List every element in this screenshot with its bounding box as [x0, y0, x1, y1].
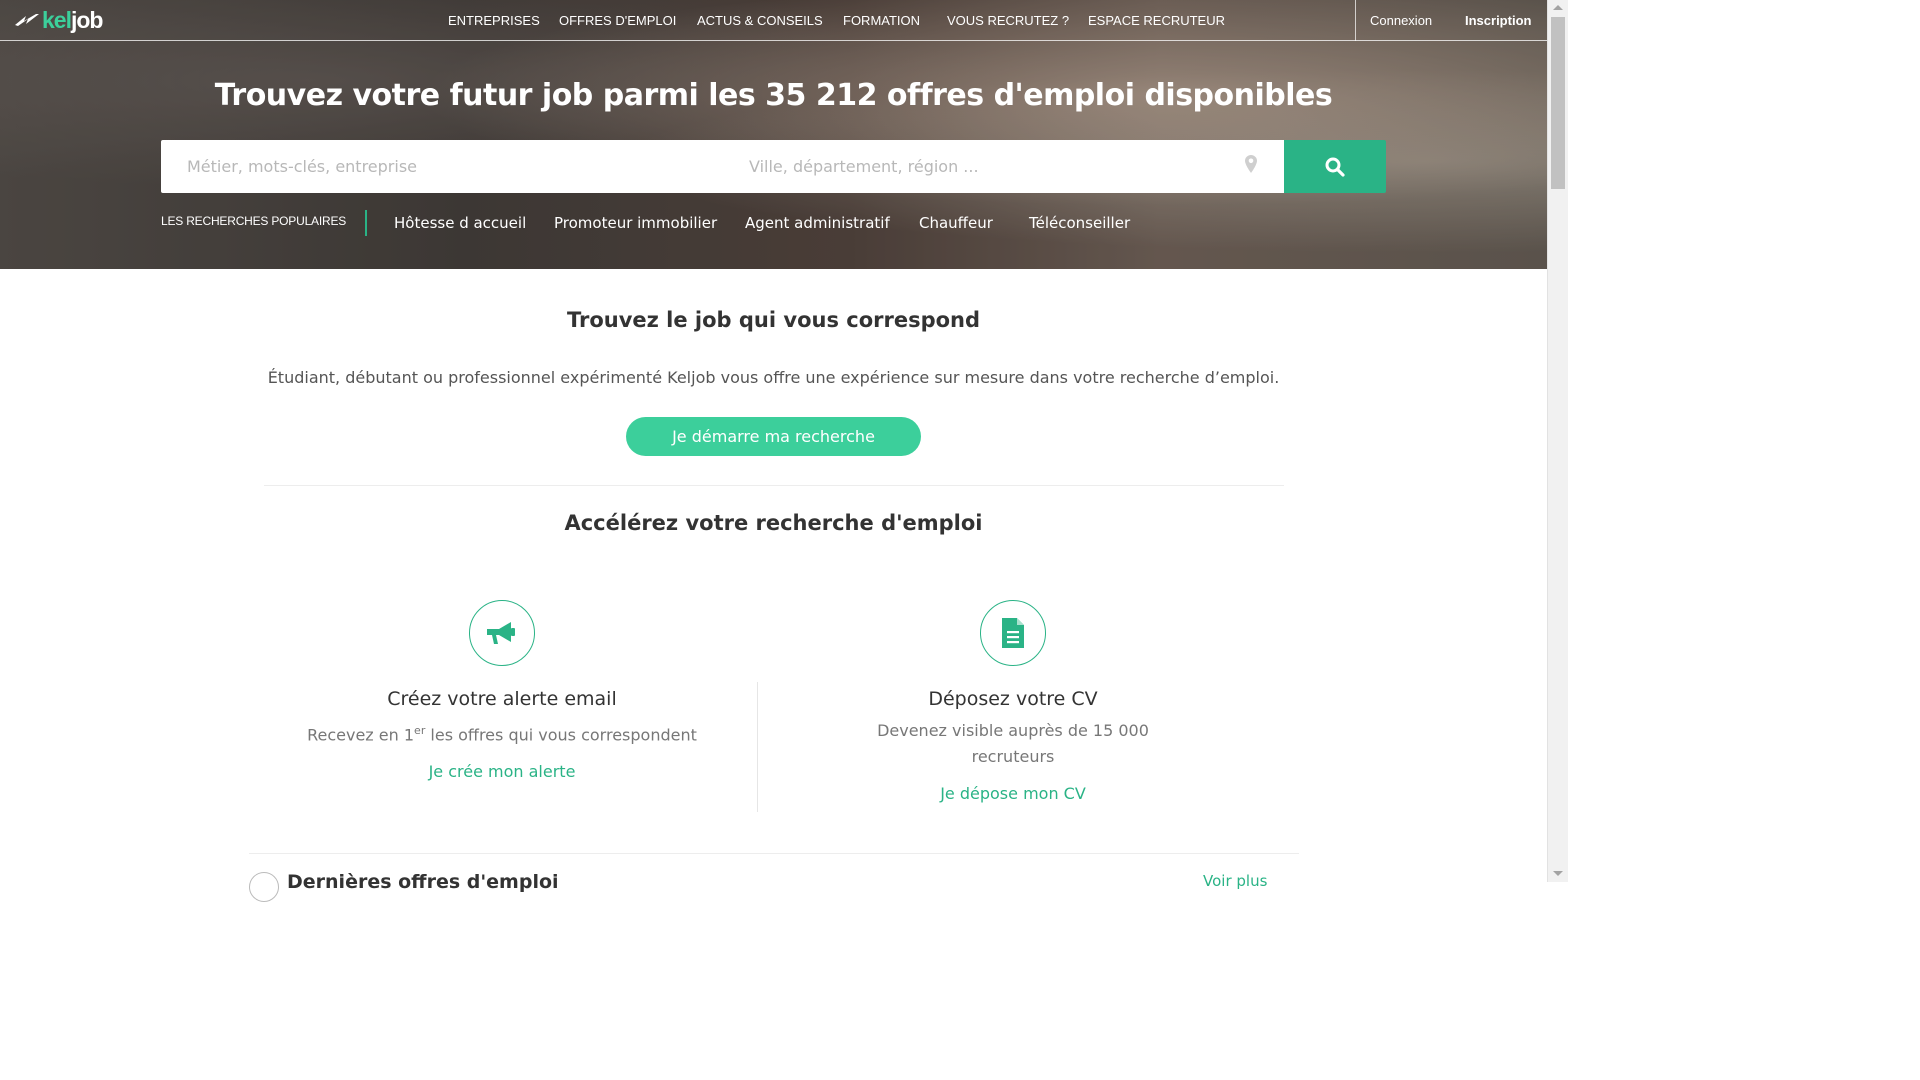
see-more-link[interactable]: Voir plus	[1203, 872, 1267, 890]
keljob-logo[interactable]: kel job	[14, 6, 103, 34]
hero-title: Trouvez votre futur job parmi les 35 212…	[0, 78, 1547, 113]
email-alert-desc-end: les offres qui vous correspondent	[425, 725, 697, 745]
signup-link[interactable]: Inscription	[1465, 13, 1531, 28]
accelerate-title: Accélérez votre recherche d'emploi	[564, 511, 983, 535]
section-divider	[249, 853, 1299, 854]
search-button[interactable]	[1284, 140, 1386, 193]
scroll-thumb[interactable]	[1551, 17, 1565, 189]
map-pin-icon[interactable]	[1244, 154, 1258, 174]
logo-swoosh-icon	[15, 14, 39, 26]
document-icon	[980, 600, 1046, 666]
location-input[interactable]	[749, 140, 1229, 193]
latest-offers-title: Dernières offres d'emploi	[287, 871, 559, 893]
nav-vous-recrutez[interactable]: VOUS RECRUTEZ ?	[947, 13, 1069, 28]
scroll-up-arrow-icon[interactable]	[1553, 5, 1563, 10]
hero-title-start: Trouvez votre futur job parmi les	[214, 78, 766, 113]
nav-offres-emploi[interactable]: OFFRES D'EMPLOI	[559, 13, 676, 28]
nav-actus-conseils[interactable]: ACTUS & CONSEILS	[697, 13, 823, 28]
start-search-button[interactable]: Je démarre ma recherche	[626, 417, 921, 456]
email-alert-desc-start: Recevez en 1	[307, 725, 415, 745]
hero-title-count: 35 212 offres d'emploi	[765, 78, 1135, 113]
popular-search-item[interactable]: Chauffeur	[919, 214, 993, 232]
login-link[interactable]: Connexion	[1370, 13, 1432, 28]
features-divider	[757, 682, 758, 812]
nav-formation[interactable]: FORMATION	[843, 13, 920, 28]
hero-title-end: disponibles	[1134, 78, 1333, 113]
megaphone-icon	[469, 600, 535, 666]
intro-text: Étudiant, débutant ou professionnel expé…	[267, 368, 1280, 387]
email-alert-title: Créez votre alerte email	[387, 688, 617, 710]
search-bar	[161, 140, 1285, 193]
top-navigation: kel job ENTREPRISES OFFRES D'EMPLOI ACTUS…	[0, 0, 1547, 41]
logo-text-job: job	[70, 6, 103, 33]
email-alert-desc-sup: er	[414, 724, 426, 737]
upload-cv-title: Déposez votre CV	[928, 688, 1098, 710]
create-alert-link[interactable]: Je crée mon alerte	[302, 762, 702, 781]
scroll-down-arrow-icon[interactable]	[1553, 871, 1563, 876]
upload-cv-link[interactable]: Je dépose mon CV	[813, 784, 1213, 803]
upload-cv-description: Devenez visible auprès de 15 000 recrute…	[877, 721, 1149, 766]
page-scrollbar[interactable]	[1547, 0, 1568, 882]
search-icon	[1325, 157, 1345, 177]
nav-divider	[1355, 0, 1356, 41]
latest-offers-icon	[249, 872, 279, 902]
intro-title: Trouvez le job qui vous correspond	[566, 308, 981, 332]
nav-espace-recruteur[interactable]: ESPACE RECRUTEUR	[1088, 13, 1225, 28]
email-alert-description: Recevez en 1er les offres qui vous corre…	[302, 718, 702, 748]
popular-searches-label: LES RECHERCHES POPULAIRES	[161, 214, 347, 228]
nav-entreprises[interactable]: ENTREPRISES	[448, 13, 540, 28]
popular-search-item[interactable]: Promoteur immobilier	[554, 214, 717, 232]
popular-search-item[interactable]: Téléconseiller	[1029, 214, 1130, 232]
section-divider	[264, 485, 1284, 486]
upload-cv-feature: Déposez votre CV Devenez visible auprès …	[813, 600, 1213, 803]
logo-text-kel: kel	[42, 6, 72, 33]
popular-search-item[interactable]: Hôtesse d accueil	[394, 214, 526, 232]
job-keyword-input[interactable]	[187, 140, 727, 193]
popular-searches-divider	[365, 210, 367, 236]
popular-search-item[interactable]: Agent administratif	[745, 214, 890, 232]
email-alert-feature: Créez votre alerte email Recevez en 1er …	[302, 600, 702, 781]
